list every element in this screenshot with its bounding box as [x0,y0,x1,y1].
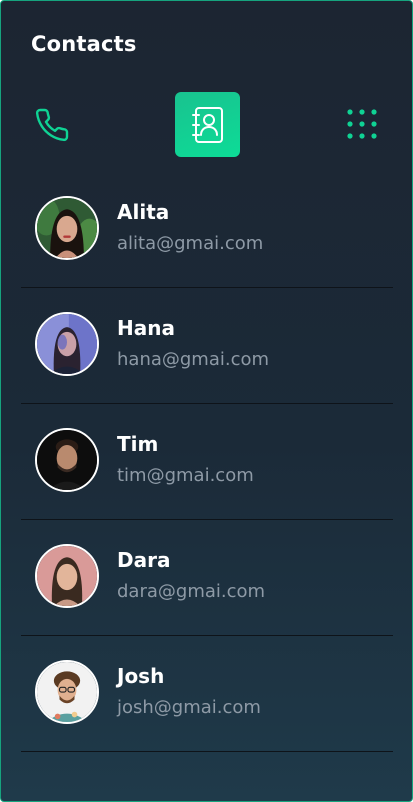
avatar [35,312,99,376]
contact-row-josh[interactable]: Josh josh@gmai.com [21,636,393,752]
contact-email: tim@gmai.com [117,465,254,486]
contact-email: dara@gmai.com [117,581,266,602]
contact-name: Tim [117,432,159,456]
contact-name: Dara [117,548,171,572]
contact-list: Alita alita@gmai.com Hana hana@gmai.com [21,172,393,752]
dialpad-grid-icon [347,109,377,139]
dialpad-button[interactable] [341,104,383,146]
page-title: Contacts [31,32,137,56]
contact-email: alita@gmai.com [117,233,264,254]
contacts-app: Contacts Alita alita@gmai.com Hana hana@… [0,0,413,802]
phone-icon [35,108,69,142]
avatar [35,196,99,260]
address-book-icon [191,106,223,143]
avatar [35,544,99,608]
contact-row-alita[interactable]: Alita alita@gmai.com [21,172,393,288]
contact-name: Hana [117,316,175,340]
avatar [35,428,99,492]
contact-email: hana@gmai.com [117,349,270,370]
contact-row-dara[interactable]: Dara dara@gmai.com [21,520,393,636]
contacts-tab-button[interactable] [175,92,240,157]
contact-row-hana[interactable]: Hana hana@gmai.com [21,288,393,404]
contact-name: Josh [117,664,165,688]
contact-row-tim[interactable]: Tim tim@gmai.com [21,404,393,520]
phone-button[interactable] [31,104,73,146]
avatar [35,660,99,724]
contact-name: Alita [117,200,170,224]
contact-email: josh@gmai.com [117,697,261,718]
